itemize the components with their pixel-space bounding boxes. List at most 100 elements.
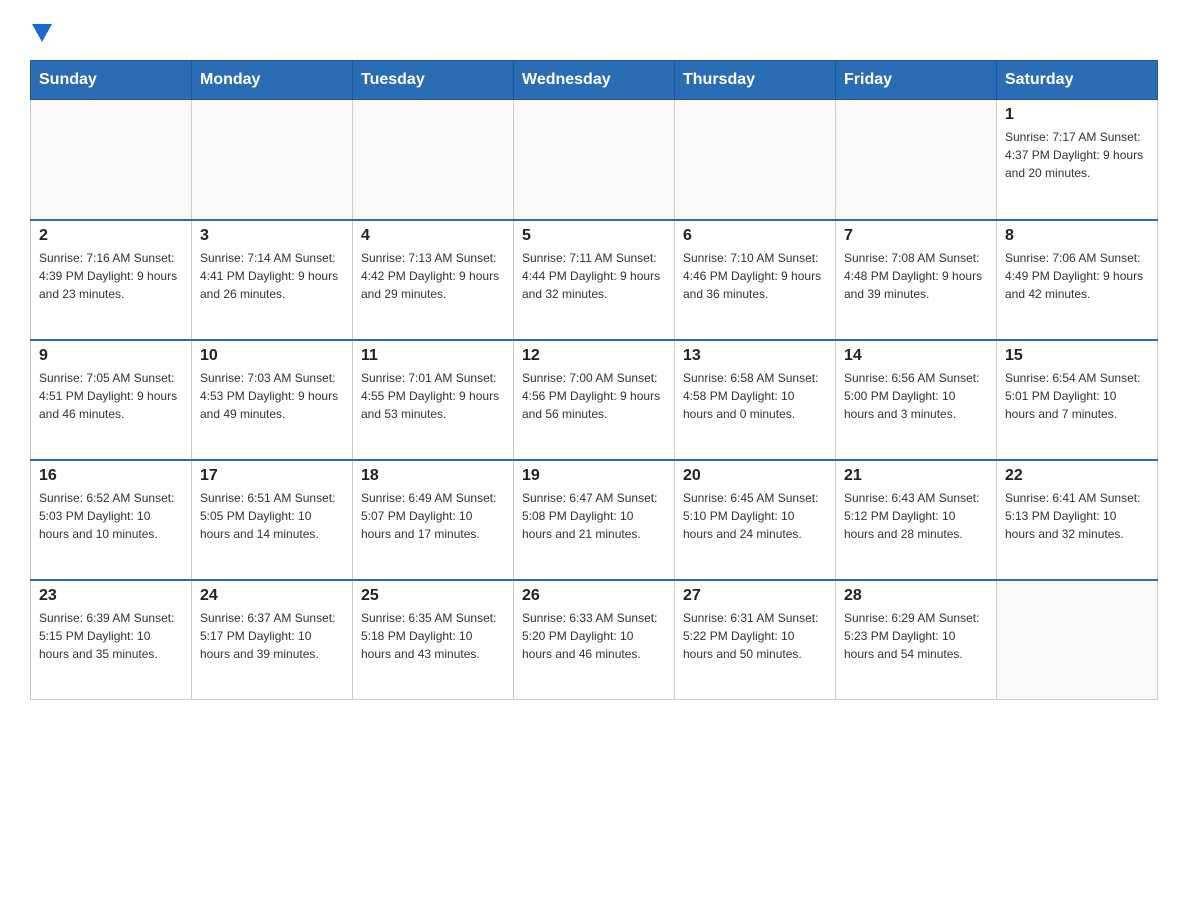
calendar-day-cell: 17 Sunrise: 6:51 AM Sunset: 5:05 PM Dayli…	[192, 460, 353, 580]
day-info: Sunrise: 6:56 AM Sunset: 5:00 PM Dayligh…	[844, 369, 988, 423]
day-of-week-header: Tuesday	[353, 61, 514, 100]
calendar-day-cell: 6 Sunrise: 7:10 AM Sunset: 4:46 PM Daylig…	[675, 220, 836, 340]
day-number: 25	[361, 587, 505, 605]
day-of-week-header: Wednesday	[514, 61, 675, 100]
calendar-day-cell: 2 Sunrise: 7:16 AM Sunset: 4:39 PM Daylig…	[31, 220, 192, 340]
day-info: Sunrise: 6:47 AM Sunset: 5:08 PM Dayligh…	[522, 489, 666, 543]
day-number: 18	[361, 467, 505, 485]
day-number: 4	[361, 227, 505, 245]
day-number: 7	[844, 227, 988, 245]
calendar-header-row: SundayMondayTuesdayWednesdayThursdayFrid…	[31, 61, 1158, 100]
day-info: Sunrise: 6:33 AM Sunset: 5:20 PM Dayligh…	[522, 609, 666, 663]
calendar-day-cell: 21Sunrise: 6:43 AM Sunset: 5:12 PM Dayli…	[836, 460, 997, 580]
day-number: 12	[522, 347, 666, 365]
calendar-day-cell: 8 Sunrise: 7:06 AM Sunset: 4:49 PM Daylig…	[997, 220, 1158, 340]
calendar-day-cell: 5 Sunrise: 7:11 AM Sunset: 4:44 PM Daylig…	[514, 220, 675, 340]
calendar-week-row: 16 Sunrise: 6:52 AM Sunset: 5:03 PM Dayli…	[31, 460, 1158, 580]
day-info: Sunrise: 7:08 AM Sunset: 4:48 PM Dayligh…	[844, 249, 988, 303]
calendar-day-cell: 10Sunrise: 7:03 AM Sunset: 4:53 PM Dayli…	[192, 340, 353, 460]
logo	[30, 20, 52, 40]
calendar-day-cell	[675, 100, 836, 220]
calendar-day-cell: 7 Sunrise: 7:08 AM Sunset: 4:48 PM Daylig…	[836, 220, 997, 340]
day-info: Sunrise: 6:41 AM Sunset: 5:13 PM Dayligh…	[1005, 489, 1149, 543]
calendar-day-cell: 16 Sunrise: 6:52 AM Sunset: 5:03 PM Dayli…	[31, 460, 192, 580]
calendar-week-row: 9Sunrise: 7:05 AM Sunset: 4:51 PM Daylig…	[31, 340, 1158, 460]
day-number: 3	[200, 227, 344, 245]
day-number: 24	[200, 587, 344, 605]
day-info: Sunrise: 6:54 AM Sunset: 5:01 PM Dayligh…	[1005, 369, 1149, 423]
calendar-day-cell: 11Sunrise: 7:01 AM Sunset: 4:55 PM Dayli…	[353, 340, 514, 460]
calendar-day-cell: 23Sunrise: 6:39 AM Sunset: 5:15 PM Dayli…	[31, 580, 192, 700]
day-number: 10	[200, 347, 344, 365]
day-number: 17	[200, 467, 344, 485]
day-number: 20	[683, 467, 827, 485]
calendar-day-cell	[836, 100, 997, 220]
day-info: Sunrise: 6:49 AM Sunset: 5:07 PM Dayligh…	[361, 489, 505, 543]
day-number: 23	[39, 587, 183, 605]
day-of-week-header: Sunday	[31, 61, 192, 100]
day-number: 19	[522, 467, 666, 485]
calendar-week-row: 1 Sunrise: 7:17 AM Sunset: 4:37 PM Daylig…	[31, 100, 1158, 220]
day-number: 5	[522, 227, 666, 245]
day-info: Sunrise: 6:29 AM Sunset: 5:23 PM Dayligh…	[844, 609, 988, 663]
day-info: Sunrise: 6:37 AM Sunset: 5:17 PM Dayligh…	[200, 609, 344, 663]
calendar-day-cell: 22 Sunrise: 6:41 AM Sunset: 5:13 PM Dayli…	[997, 460, 1158, 580]
day-number: 14	[844, 347, 988, 365]
day-info: Sunrise: 7:06 AM Sunset: 4:49 PM Dayligh…	[1005, 249, 1149, 303]
calendar-day-cell: 12 Sunrise: 7:00 AM Sunset: 4:56 PM Dayli…	[514, 340, 675, 460]
calendar-day-cell: 9Sunrise: 7:05 AM Sunset: 4:51 PM Daylig…	[31, 340, 192, 460]
day-info: Sunrise: 6:45 AM Sunset: 5:10 PM Dayligh…	[683, 489, 827, 543]
calendar-day-cell: 25 Sunrise: 6:35 AM Sunset: 5:18 PM Dayli…	[353, 580, 514, 700]
day-info: Sunrise: 6:51 AM Sunset: 5:05 PM Dayligh…	[200, 489, 344, 543]
calendar-week-row: 2 Sunrise: 7:16 AM Sunset: 4:39 PM Daylig…	[31, 220, 1158, 340]
day-info: Sunrise: 7:11 AM Sunset: 4:44 PM Dayligh…	[522, 249, 666, 303]
day-of-week-header: Friday	[836, 61, 997, 100]
calendar-day-cell: 4 Sunrise: 7:13 AM Sunset: 4:42 PM Daylig…	[353, 220, 514, 340]
calendar-day-cell: 27 Sunrise: 6:31 AM Sunset: 5:22 PM Dayli…	[675, 580, 836, 700]
calendar-day-cell: 24 Sunrise: 6:37 AM Sunset: 5:17 PM Dayli…	[192, 580, 353, 700]
calendar-day-cell: 3 Sunrise: 7:14 AM Sunset: 4:41 PM Daylig…	[192, 220, 353, 340]
day-of-week-header: Saturday	[997, 61, 1158, 100]
page-header	[30, 20, 1158, 40]
calendar-day-cell	[514, 100, 675, 220]
day-info: Sunrise: 7:01 AM Sunset: 4:55 PM Dayligh…	[361, 369, 505, 423]
day-number: 2	[39, 227, 183, 245]
day-info: Sunrise: 7:16 AM Sunset: 4:39 PM Dayligh…	[39, 249, 183, 303]
day-number: 26	[522, 587, 666, 605]
day-info: Sunrise: 7:13 AM Sunset: 4:42 PM Dayligh…	[361, 249, 505, 303]
calendar-day-cell: 18 Sunrise: 6:49 AM Sunset: 5:07 PM Dayli…	[353, 460, 514, 580]
calendar-day-cell: 26 Sunrise: 6:33 AM Sunset: 5:20 PM Dayli…	[514, 580, 675, 700]
calendar-day-cell: 19 Sunrise: 6:47 AM Sunset: 5:08 PM Dayli…	[514, 460, 675, 580]
day-number: 6	[683, 227, 827, 245]
day-number: 1	[1005, 106, 1149, 124]
calendar-day-cell: 13 Sunrise: 6:58 AM Sunset: 4:58 PM Dayli…	[675, 340, 836, 460]
day-info: Sunrise: 6:35 AM Sunset: 5:18 PM Dayligh…	[361, 609, 505, 663]
calendar-day-cell	[997, 580, 1158, 700]
calendar-day-cell	[31, 100, 192, 220]
day-number: 22	[1005, 467, 1149, 485]
day-info: Sunrise: 6:52 AM Sunset: 5:03 PM Dayligh…	[39, 489, 183, 543]
day-info: Sunrise: 6:31 AM Sunset: 5:22 PM Dayligh…	[683, 609, 827, 663]
day-info: Sunrise: 7:10 AM Sunset: 4:46 PM Dayligh…	[683, 249, 827, 303]
day-number: 28	[844, 587, 988, 605]
calendar-day-cell: 20 Sunrise: 6:45 AM Sunset: 5:10 PM Dayli…	[675, 460, 836, 580]
calendar-day-cell	[353, 100, 514, 220]
day-of-week-header: Thursday	[675, 61, 836, 100]
day-info: Sunrise: 7:17 AM Sunset: 4:37 PM Dayligh…	[1005, 128, 1149, 182]
day-of-week-header: Monday	[192, 61, 353, 100]
day-number: 16	[39, 467, 183, 485]
logo-triangle-icon	[32, 24, 52, 42]
calendar-day-cell: 1 Sunrise: 7:17 AM Sunset: 4:37 PM Daylig…	[997, 100, 1158, 220]
day-info: Sunrise: 6:58 AM Sunset: 4:58 PM Dayligh…	[683, 369, 827, 423]
day-number: 27	[683, 587, 827, 605]
day-info: Sunrise: 7:14 AM Sunset: 4:41 PM Dayligh…	[200, 249, 344, 303]
day-number: 8	[1005, 227, 1149, 245]
day-number: 13	[683, 347, 827, 365]
day-info: Sunrise: 7:05 AM Sunset: 4:51 PM Dayligh…	[39, 369, 183, 423]
calendar-day-cell: 28 Sunrise: 6:29 AM Sunset: 5:23 PM Dayli…	[836, 580, 997, 700]
calendar-day-cell: 15 Sunrise: 6:54 AM Sunset: 5:01 PM Dayli…	[997, 340, 1158, 460]
day-number: 15	[1005, 347, 1149, 365]
calendar-day-cell	[192, 100, 353, 220]
calendar-day-cell: 14 Sunrise: 6:56 AM Sunset: 5:00 PM Dayli…	[836, 340, 997, 460]
day-info: Sunrise: 7:00 AM Sunset: 4:56 PM Dayligh…	[522, 369, 666, 423]
